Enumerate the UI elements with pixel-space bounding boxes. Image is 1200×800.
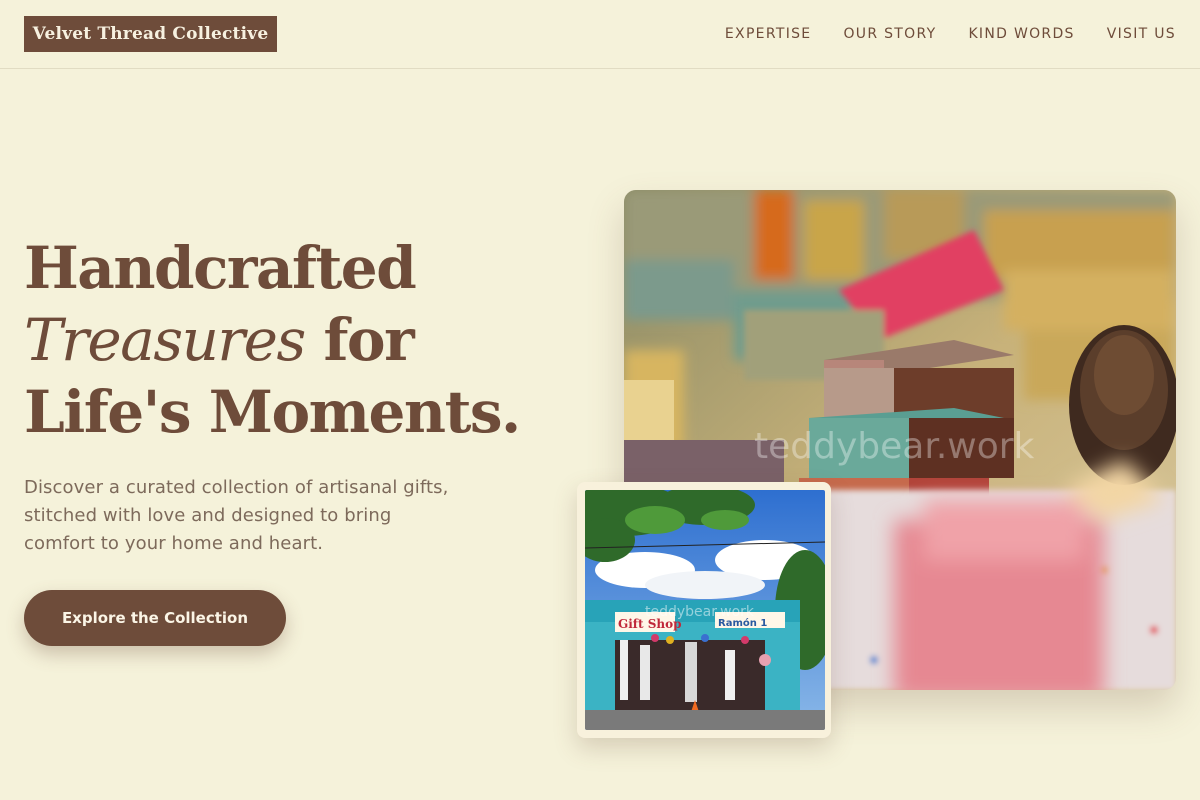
main-nav: EXPERTISE OUR STORY KIND WORDS VISIT US xyxy=(725,24,1176,44)
headline-line-2: Treasures for xyxy=(24,304,604,376)
explore-collection-button[interactable]: Explore the Collection xyxy=(24,590,286,646)
nav-item-our-story[interactable]: OUR STORY xyxy=(843,24,936,44)
shop-sign-left: Gift Shop xyxy=(618,617,681,631)
storefront-photo-card: teddybear.work Gift Shop Ramón 1 xyxy=(577,482,831,738)
storefront-photo: teddybear.work Gift Shop Ramón 1 xyxy=(585,490,825,730)
shop-sign-right: Ramón 1 xyxy=(718,617,767,629)
gift-shop-image: teddybear.work Gift Shop Ramón 1 xyxy=(585,490,825,730)
brand-logo[interactable]: Velvet Thread Collective xyxy=(24,16,277,52)
hero-headline: Handcrafted Treasures for Life's Moments… xyxy=(24,232,604,448)
headline-for-word: for xyxy=(304,306,414,374)
main-image-watermark: teddybear.work xyxy=(754,426,1035,467)
site-header: Velvet Thread Collective EXPERTISE OUR S… xyxy=(0,0,1200,69)
headline-line-1: Handcrafted xyxy=(24,234,417,302)
nav-item-expertise[interactable]: EXPERTISE xyxy=(725,24,812,44)
nav-item-visit-us[interactable]: VISIT US xyxy=(1107,24,1176,44)
nav-item-kind-words[interactable]: KIND WORDS xyxy=(968,24,1074,44)
hero-subtitle: Discover a curated collection of artisan… xyxy=(24,477,449,554)
headline-line-3: Life's Moments. xyxy=(24,378,521,446)
headline-italic-word: Treasures xyxy=(24,306,306,374)
